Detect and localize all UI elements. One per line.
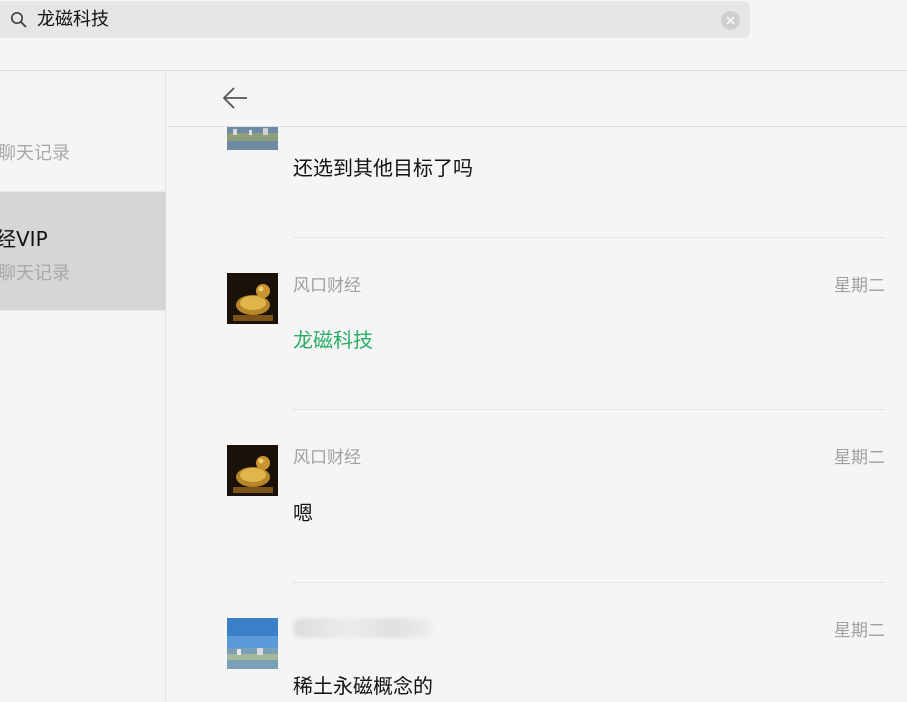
divider xyxy=(293,237,885,238)
message-text: 稀土永磁概念的 xyxy=(293,674,433,698)
top-bar xyxy=(0,0,907,71)
search-box[interactable] xyxy=(0,1,750,38)
timestamp: 星期二 xyxy=(834,276,885,296)
sidebar: 聊天记录 经VIP 聊天记录 xyxy=(0,72,166,702)
sender-name: 风口财经 xyxy=(293,448,361,468)
back-arrow-icon[interactable] xyxy=(221,84,249,112)
avatar xyxy=(227,445,278,496)
sidebar-item[interactable]: 聊天记录 xyxy=(0,72,166,190)
sender-name: 风口财经 xyxy=(293,276,361,296)
search-icon xyxy=(10,11,27,28)
message-text: 还选到其他目标了吗 xyxy=(293,156,473,180)
sidebar-item-subtitle: 聊天记录 xyxy=(0,143,70,164)
avatar xyxy=(227,273,278,324)
chat-search-results: 还选到其他目标了吗 风口财经 星期二 龙磁科技 风口财经 星期二 嗯 星期二 稀… xyxy=(167,72,907,702)
search-input[interactable] xyxy=(37,1,697,38)
clear-search-icon[interactable] xyxy=(721,11,740,30)
divider xyxy=(293,409,885,410)
sidebar-item-selected[interactable]: 经VIP 聊天记录 xyxy=(0,191,166,311)
divider xyxy=(293,582,885,583)
message-text-highlighted: 龙磁科技 xyxy=(293,328,373,352)
message-text: 嗯 xyxy=(293,501,313,525)
results-header xyxy=(167,72,907,127)
timestamp: 星期二 xyxy=(834,448,885,468)
avatar xyxy=(227,618,278,669)
redacted-sender-name xyxy=(293,618,433,638)
sidebar-item-subtitle: 聊天记录 xyxy=(0,263,70,284)
timestamp: 星期二 xyxy=(834,621,885,641)
sidebar-item-title: 经VIP xyxy=(0,227,48,251)
